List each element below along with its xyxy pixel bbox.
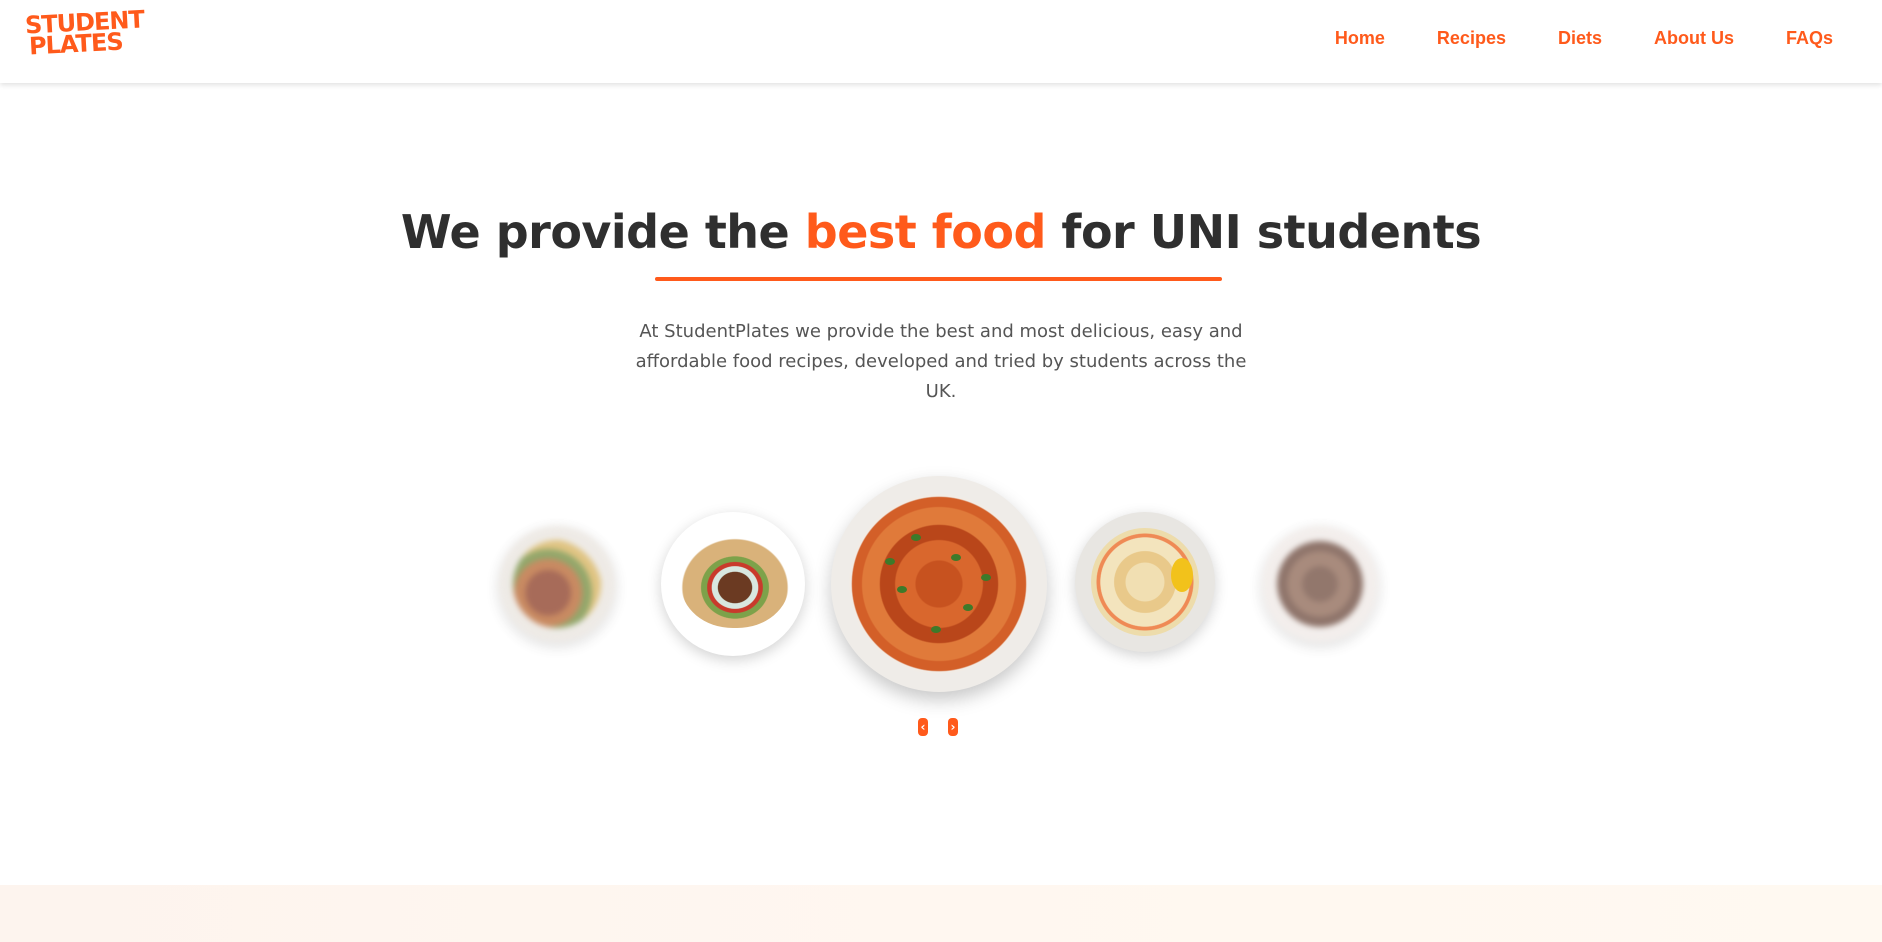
hero-title-end: for UNI students — [1045, 205, 1482, 259]
logo-line-2: PLATES — [28, 27, 124, 61]
studentplates-logo[interactable]: STUDENT PLATES — [24, 5, 144, 61]
hero-title: We provide the best food for UNI student… — [0, 205, 1882, 259]
carousel-next-button[interactable]: › — [948, 718, 958, 736]
nav-about-us-link[interactable]: About Us — [1654, 28, 1734, 49]
top-navbar: STUDENT PLATES Home Recipes Diets About … — [0, 0, 1882, 83]
carousel-prev-button[interactable]: ‹ — [918, 718, 928, 736]
food-carousel — [0, 460, 1882, 710]
stew-plate[interactable] — [1262, 526, 1378, 642]
nav-recipes-link[interactable]: Recipes — [1437, 28, 1506, 49]
hero-description: At StudentPlates we provide the best and… — [635, 321, 1247, 402]
grilled-meat-plate[interactable] — [499, 526, 615, 642]
hero-underline — [655, 277, 1222, 281]
shrimp-pasta-plate[interactable] — [1075, 512, 1215, 652]
nav-faqs-link[interactable]: FAQs — [1786, 28, 1833, 49]
hero-title-start: We provide the — [400, 205, 805, 259]
gyro-wrap-plate[interactable] — [661, 512, 805, 656]
main-nav: Home Recipes Diets About Us FAQs — [1283, 28, 1833, 49]
hero-title-accent: best food — [804, 205, 1047, 259]
nav-diets-link[interactable]: Diets — [1558, 28, 1602, 49]
next-section-band — [0, 885, 1882, 942]
carousel-controls: ‹ › — [918, 718, 958, 736]
curry-plate[interactable] — [831, 476, 1047, 692]
nav-home-link[interactable]: Home — [1335, 28, 1385, 49]
